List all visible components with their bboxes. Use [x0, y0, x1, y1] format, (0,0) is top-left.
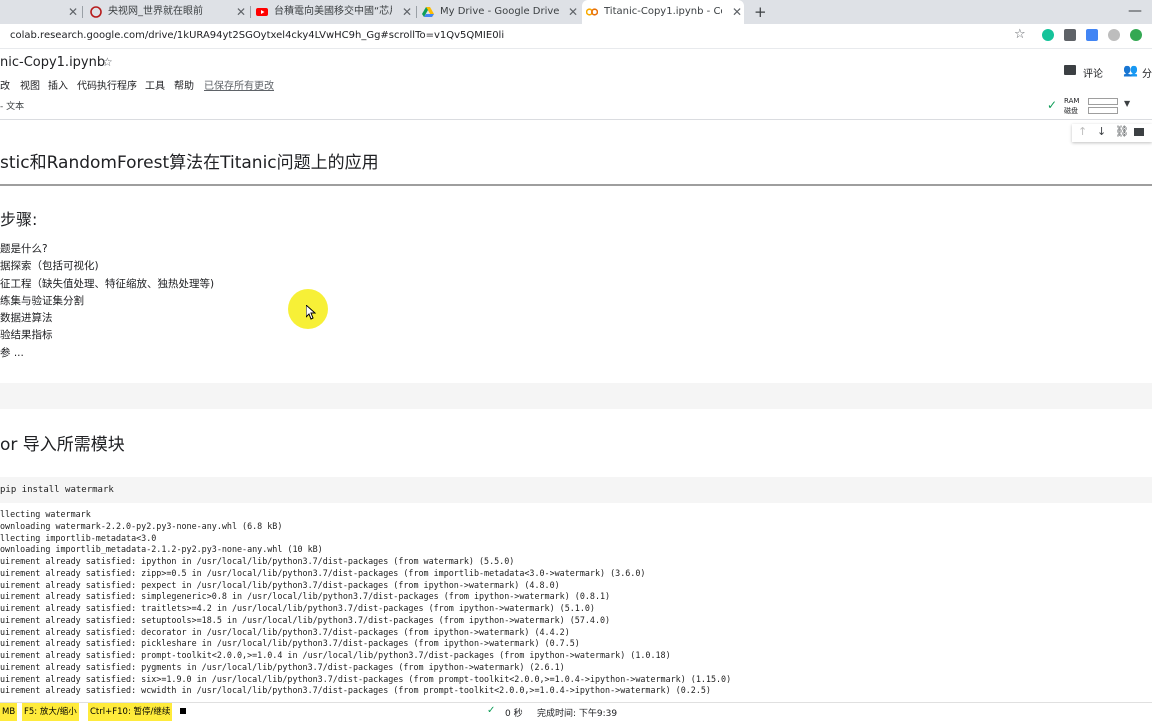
tab-title: My Drive - Google Drive — [440, 6, 560, 17]
output-line: uirement already satisfied: wcwidth in /… — [0, 685, 711, 695]
tab-colab[interactable]: Titanic-Copy1.ipynb - Colabor ✕ — [582, 0, 744, 24]
list-item: 练集与验证集分割 — [0, 295, 84, 307]
arrow-down-icon[interactable]: ↓ — [1097, 125, 1106, 138]
output-line: ownloading watermark-2.2.0-py2.py3-none-… — [0, 521, 283, 531]
check-icon: ✓ — [487, 705, 496, 716]
execution-time: 0 秒 — [505, 709, 523, 719]
pause-shortcut-hint: Ctrl+F10: 暂停/继续 — [88, 703, 173, 721]
output-line: uirement already satisfied: simplegeneri… — [0, 591, 611, 601]
code-editor[interactable]: pip install watermark — [0, 485, 114, 495]
star-bookmark-icon[interactable]: ☆ — [1014, 27, 1026, 42]
ram-usage-bar[interactable] — [1088, 98, 1118, 105]
output-line: uirement already satisfied: ipython in /… — [0, 556, 515, 566]
close-icon[interactable]: ✕ — [402, 0, 412, 24]
tab-title: 央视网_世界就在眼前 — [108, 6, 203, 17]
grammarly-extension-icon[interactable] — [1042, 29, 1054, 41]
heading-title: stic和RandomForest算法在Titanic问题上的应用 — [0, 153, 379, 173]
stop-icon — [180, 708, 186, 714]
google-drive-icon — [422, 7, 434, 17]
comment-icon[interactable] — [1064, 65, 1076, 75]
close-icon[interactable]: ✕ — [732, 0, 742, 24]
mouse-cursor-icon — [306, 305, 316, 320]
output-line: uirement already satisfied: setuptools>=… — [0, 615, 611, 625]
add-text-button[interactable]: - 文本 — [0, 99, 24, 112]
output-line: uirement already satisfied: prompt-toolk… — [0, 650, 671, 660]
colab-header: nic-Copy1.ipynb ☆ 改 视图 插入 代码执行程序 工具 帮助 已… — [0, 49, 1152, 120]
extension-icon[interactable] — [1064, 29, 1076, 41]
zoom-shortcut-hint: F5: 放大/缩小 — [22, 703, 79, 721]
list-item: 据探索（包括可视化) — [0, 260, 99, 272]
close-icon[interactable]: ✕ — [236, 0, 246, 24]
menu-runtime[interactable]: 代码执行程序 — [77, 77, 137, 92]
chevron-down-icon[interactable]: ▼ — [1124, 99, 1130, 108]
saved-status[interactable]: 已保存所有更改 — [204, 77, 274, 92]
link-icon[interactable]: ⛓ — [1115, 125, 1129, 138]
notebook-title[interactable]: nic-Copy1.ipynb — [0, 55, 105, 70]
arrow-up-icon[interactable]: ↑ — [1078, 125, 1087, 138]
output-line: ownloading importlib_metadata-2.1.2-py2.… — [0, 544, 323, 554]
status-mb: MB — [0, 703, 18, 721]
colab-icon — [586, 8, 598, 16]
connected-check-icon: ✓ — [1047, 98, 1058, 112]
comment-label[interactable]: 评论 — [1083, 65, 1103, 80]
output-line: uirement already satisfied: pickleshare … — [0, 638, 580, 648]
code-cell[interactable]: pip install watermark — [0, 477, 1152, 503]
share-label[interactable]: 分 — [1142, 65, 1152, 80]
menu-help[interactable]: 帮助 — [174, 77, 194, 92]
url-text[interactable]: colab.research.google.com/drive/1kURA94y… — [10, 24, 1010, 48]
menu-insert[interactable]: 插入 — [48, 77, 68, 92]
completion-time: 完成时间: 下午9:39 — [537, 709, 618, 719]
new-tab-icon[interactable]: + — [754, 0, 767, 24]
cell-toolbar: ↑ ↓ ⛓ — [1072, 124, 1152, 142]
list-item: 数据进算法 — [0, 312, 53, 324]
output-line: uirement already satisfied: zipp>=0.5 in… — [0, 568, 646, 578]
puzzle-extension-icon[interactable] — [1108, 29, 1120, 41]
tab-google-drive[interactable]: My Drive - Google Drive ✕ — [418, 0, 580, 24]
ram-label: RAM — [1064, 97, 1080, 105]
menu-view[interactable]: 视图 — [20, 77, 40, 92]
tab-youtube[interactable]: 台積電向美國移交中國“芯片”機密 ✕ — [252, 0, 414, 24]
tab-title: 台積電向美國移交中國“芯片”機密 — [274, 6, 392, 17]
tab-cctv[interactable]: 央视网_世界就在眼前 ✕ — [86, 0, 248, 24]
list-item: 题是什么? — [0, 243, 48, 255]
close-icon[interactable]: ✕ — [568, 0, 578, 24]
tab-title: Titanic-Copy1.ipynb - Colabor — [604, 6, 722, 17]
dark-mode-icon[interactable] — [1130, 29, 1142, 41]
output-line: uirement already satisfied: pygments in … — [0, 662, 565, 672]
translate-extension-icon[interactable] — [1086, 29, 1098, 41]
star-icon[interactable]: ☆ — [102, 55, 113, 69]
heading-imports: or 导入所需模块 — [0, 435, 125, 455]
heading-steps: 步骤: — [0, 210, 38, 229]
output-line: uirement already satisfied: decorator in… — [0, 627, 570, 637]
list-item: 验结果指标 — [0, 329, 53, 341]
cctv-favicon-icon — [90, 6, 102, 18]
cell-divider — [0, 184, 1152, 186]
output-line: uirement already satisfied: traitlets>=4… — [0, 603, 595, 613]
output-line: llecting importlib-metadata<3.0 — [0, 533, 157, 543]
output-line: uirement already satisfied: six>=1.9.0 i… — [0, 674, 732, 684]
list-item: 征工程（缺失值处理、特征缩放、独热处理等) — [0, 278, 215, 290]
disk-usage-bar[interactable] — [1088, 107, 1118, 114]
browser-tab-strip: ✕ 央视网_世界就在眼前 ✕ 台積電向美國移交中國“芯片”機密 ✕ My Dri… — [0, 0, 1152, 24]
close-icon[interactable]: ✕ — [68, 0, 78, 24]
disk-label: 磁盘 — [1064, 107, 1078, 115]
menu-edit[interactable]: 改 — [0, 77, 10, 92]
empty-cell[interactable] — [0, 383, 1152, 409]
status-bar: MB F5: 放大/缩小 Ctrl+F10: 暂停/继续 ✓ 0 秒 完成时间:… — [0, 702, 1152, 721]
menu-tools[interactable]: 工具 — [145, 77, 165, 92]
output-line: llecting watermark — [0, 509, 91, 519]
list-item: 参 ... — [0, 347, 24, 359]
minimize-icon[interactable]: — — [1128, 0, 1142, 22]
output-line: uirement already satisfied: pexpect in /… — [0, 580, 560, 590]
address-bar: colab.research.google.com/drive/1kURA94y… — [0, 24, 1152, 49]
share-icon[interactable]: 👥 — [1123, 63, 1138, 77]
comment-cell-icon[interactable] — [1134, 128, 1144, 136]
youtube-icon — [256, 8, 268, 16]
